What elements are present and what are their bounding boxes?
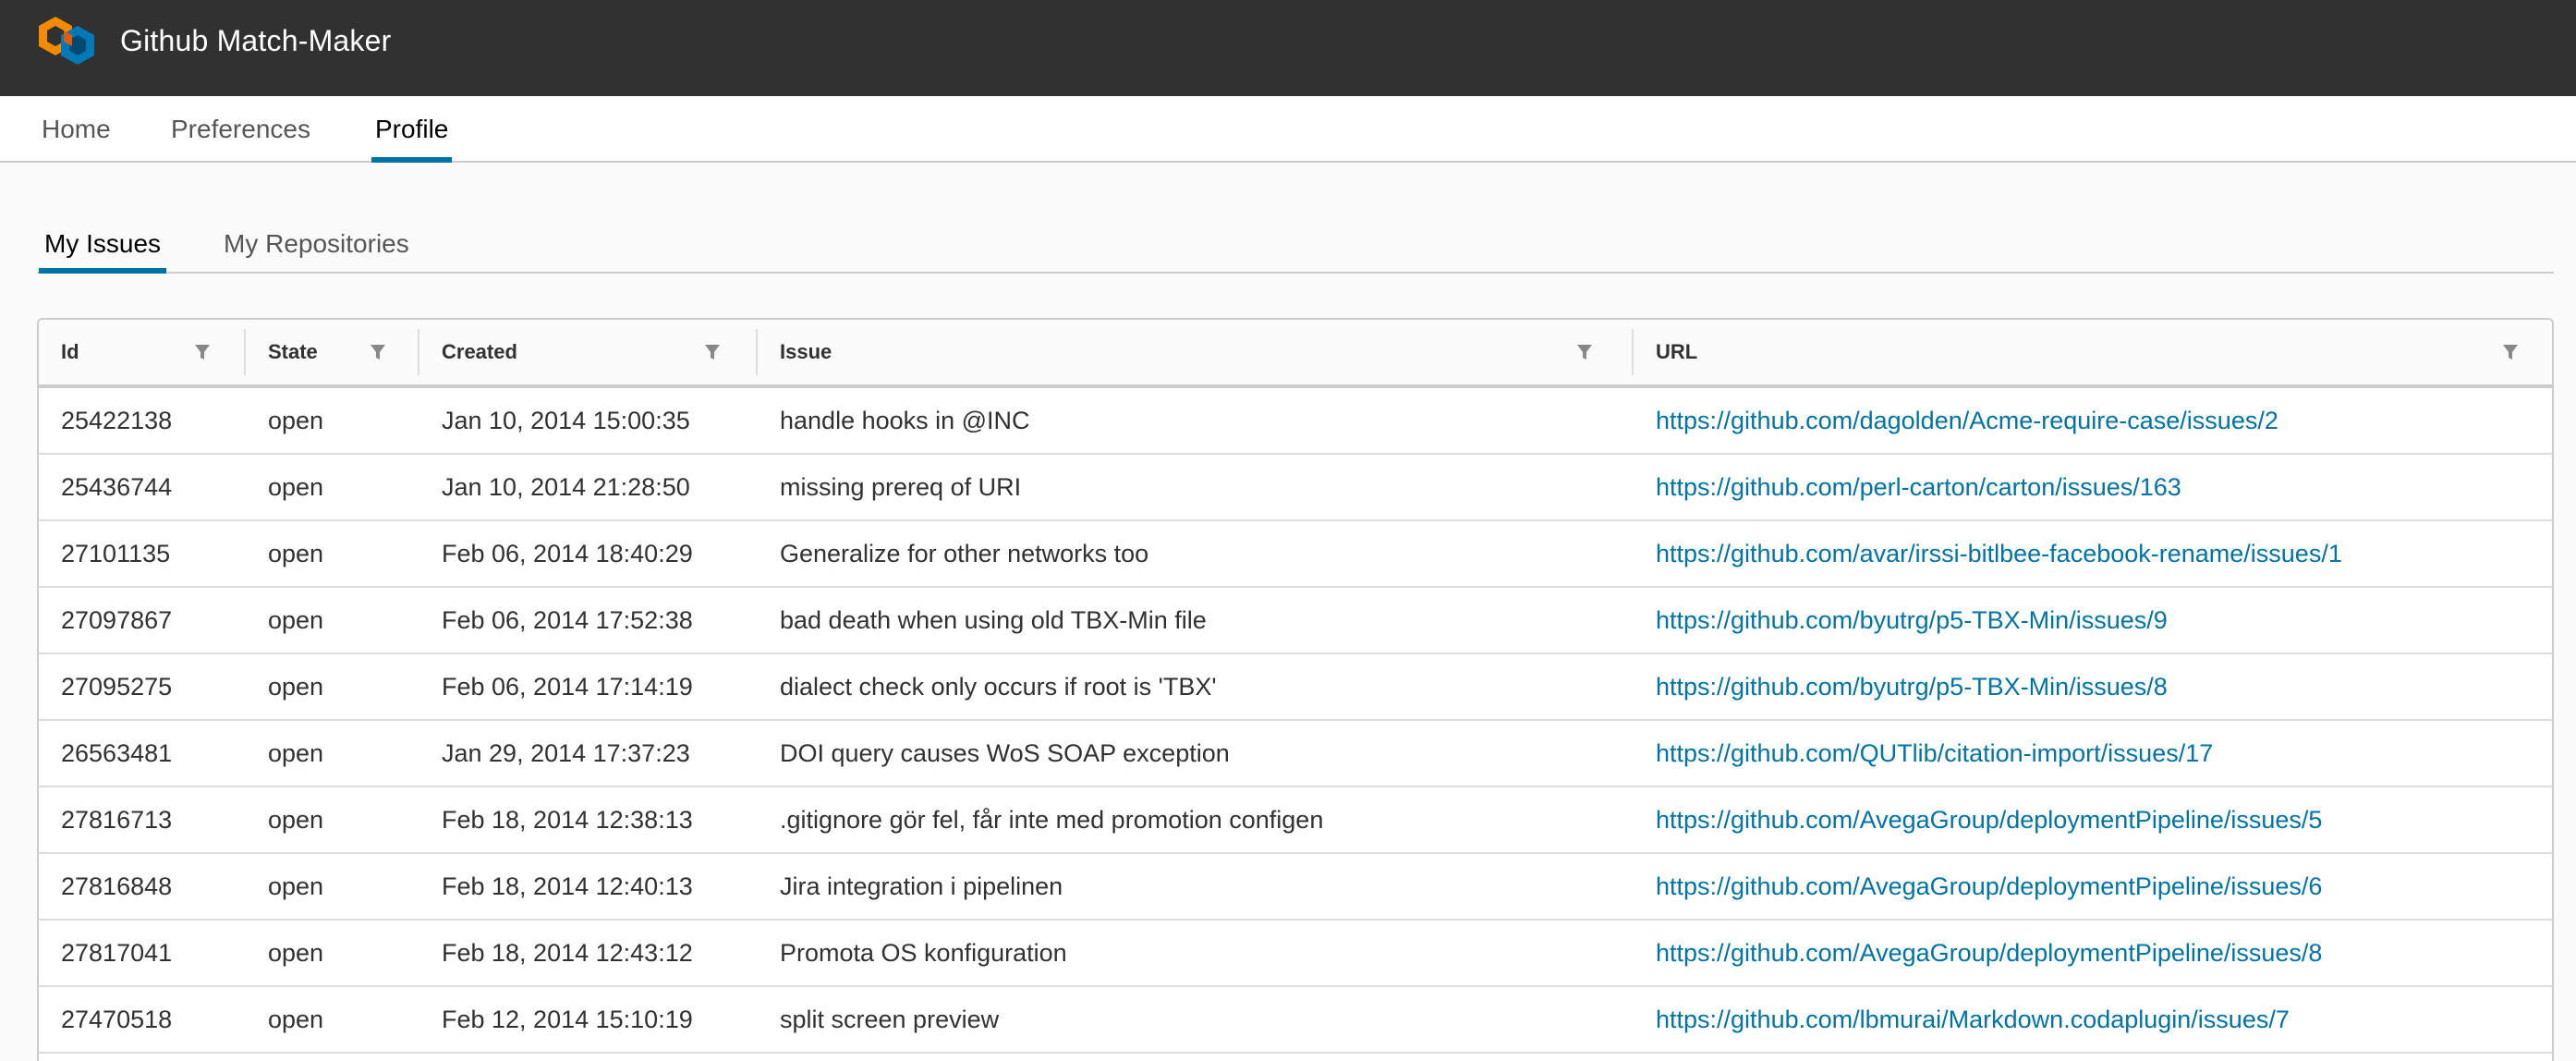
tab-my-issues[interactable]: My Issues — [38, 209, 167, 274]
tab-home[interactable]: Home — [42, 96, 111, 163]
cell-state: open — [268, 473, 324, 501]
cell-id: 27095275 — [61, 673, 173, 701]
cell-state: open — [268, 606, 324, 634]
table-row[interactable]: 25422138 open Jan 10, 2014 15:00:35 hand… — [39, 388, 2552, 455]
hexagon-cube-logo-icon — [39, 17, 94, 65]
cell-url-link[interactable]: https://github.com/avar/irssi-bitlbee-fa… — [1656, 521, 2342, 586]
cell-url-link[interactable]: https://github.com/dagolden/Acme-require… — [1656, 388, 2278, 453]
filter-funnel-icon[interactable] — [2502, 343, 2519, 361]
cell-state: open — [268, 939, 324, 967]
cell-id: 27097867 — [61, 606, 173, 634]
cell-issue: missing prereq of URI — [780, 473, 1022, 501]
table-row[interactable]: 27097867 open Feb 06, 2014 17:52:38 bad … — [39, 588, 2552, 654]
cell-url-link[interactable]: https://github.com/byutrg/p5-TBX-Min/iss… — [1656, 588, 2168, 652]
cell-issue: split screen preview — [780, 1006, 1000, 1033]
table-row[interactable]: 27101135 open Feb 06, 2014 18:40:29 Gene… — [39, 521, 2552, 588]
cell-created: Feb 06, 2014 17:52:38 — [442, 606, 693, 634]
tab-profile[interactable]: Profile — [371, 96, 453, 163]
cell-issue: Promota OS konfiguration — [780, 939, 1067, 967]
cell-id: 27816848 — [61, 872, 173, 900]
cell-created: Feb 18, 2014 12:38:13 — [442, 806, 693, 834]
cell-state: open — [268, 407, 324, 434]
column-header-issue[interactable]: Issue — [758, 320, 1634, 384]
table-row[interactable]: 27470518 open Feb 12, 2014 15:10:19 spli… — [39, 987, 2552, 1054]
cell-state: open — [268, 1006, 324, 1033]
cell-id: 27816713 — [61, 806, 173, 834]
app-header: Github Match-Maker — [0, 0, 2576, 96]
cell-state: open — [268, 540, 324, 567]
filter-funnel-icon[interactable] — [194, 343, 211, 361]
cell-created: Feb 06, 2014 17:14:19 — [442, 673, 693, 701]
cell-id: 25422138 — [61, 407, 173, 434]
cell-issue: bad death when using old TBX-Min file — [780, 606, 1207, 634]
filter-funnel-icon[interactable] — [1576, 343, 1593, 361]
cell-id: 27817041 — [61, 939, 173, 967]
cell-id: 27470518 — [61, 1006, 173, 1033]
cell-url-link[interactable]: https://github.com/AvegaGroup/deployment… — [1656, 854, 2322, 919]
column-header-label: Issue — [780, 340, 832, 363]
cell-issue: handle hooks in @INC — [780, 407, 1030, 434]
table-row[interactable]: 27095275 open Feb 06, 2014 17:14:19 dial… — [39, 654, 2552, 721]
cell-state: open — [268, 872, 324, 900]
cell-issue: dialect check only occurs if root is 'TB… — [780, 673, 1217, 701]
table-row[interactable]: 27816713 open Feb 18, 2014 12:38:13 .git… — [39, 787, 2552, 854]
cell-issue: Jira integration i pipelinen — [780, 872, 1063, 900]
cell-created: Jan 10, 2014 15:00:35 — [442, 407, 690, 434]
column-header-label: Created — [442, 340, 517, 363]
cell-created: Feb 12, 2014 15:10:19 — [442, 1006, 693, 1033]
cell-created: Feb 18, 2014 12:43:12 — [442, 939, 693, 967]
cell-id: 27101135 — [61, 540, 171, 567]
cell-state: open — [268, 673, 324, 701]
cell-created: Jan 29, 2014 17:37:23 — [442, 739, 690, 767]
cell-issue: DOI query causes WoS SOAP exception — [780, 739, 1230, 767]
cell-id: 26563481 — [61, 739, 173, 767]
filter-funnel-icon[interactable] — [370, 343, 386, 361]
cell-state: open — [268, 739, 324, 767]
table-row[interactable]: 25436744 open Jan 10, 2014 21:28:50 miss… — [39, 455, 2552, 521]
tab-my-repositories[interactable]: My Repositories — [224, 209, 409, 274]
cell-created: Jan 10, 2014 21:28:50 — [442, 473, 690, 501]
column-header-label: URL — [1656, 340, 1698, 363]
tab-preferences[interactable]: Preferences — [171, 96, 310, 163]
cell-issue: .gitignore gör fel, får inte med promoti… — [780, 806, 1324, 834]
cell-url-link[interactable]: https://github.com/byutrg/p5-TBX-Min/iss… — [1656, 654, 2168, 719]
cell-id: 25436744 — [61, 473, 173, 501]
column-header-created[interactable]: Created — [419, 320, 758, 384]
column-header-url[interactable]: URL — [1634, 320, 2552, 384]
filter-funnel-icon[interactable] — [704, 343, 721, 361]
grid-header: Id State Created Issue URL — [39, 320, 2552, 388]
cell-url-link[interactable]: https://github.com/QUTlib/citation-impor… — [1656, 721, 2213, 786]
cell-state: open — [268, 806, 324, 834]
column-header-state[interactable]: State — [246, 320, 419, 384]
cell-created: Feb 18, 2014 12:40:13 — [442, 872, 693, 900]
issues-datagrid: Id State Created Issue URL 25422138 open… — [37, 318, 2554, 1061]
table-row[interactable]: 26563481 open Jan 29, 2014 17:37:23 DOI … — [39, 721, 2552, 787]
cell-issue: Generalize for other networks too — [780, 540, 1149, 567]
table-row[interactable]: 27816848 open Feb 18, 2014 12:40:13 Jira… — [39, 854, 2552, 921]
cell-url-link[interactable]: https://github.com/perl-carton/carton/is… — [1656, 455, 2181, 519]
cell-created: Feb 06, 2014 18:40:29 — [442, 540, 693, 567]
top-navigation: Home Preferences Profile — [0, 96, 2576, 163]
column-header-label: State — [268, 340, 318, 363]
profile-subtabs: My Issues My Repositories — [37, 209, 2554, 274]
column-header-label: Id — [61, 340, 79, 363]
column-header-id[interactable]: Id — [39, 320, 246, 384]
app-title: Github Match-Maker — [120, 24, 392, 57]
cell-url-link[interactable]: https://github.com/AvegaGroup/deployment… — [1656, 921, 2322, 985]
table-row[interactable]: 27817041 open Feb 18, 2014 12:43:12 Prom… — [39, 921, 2552, 987]
cell-url-link[interactable]: https://github.com/lbmurai/Markdown.coda… — [1656, 987, 2290, 1052]
cell-url-link[interactable]: https://github.com/AvegaGroup/deployment… — [1656, 787, 2322, 852]
